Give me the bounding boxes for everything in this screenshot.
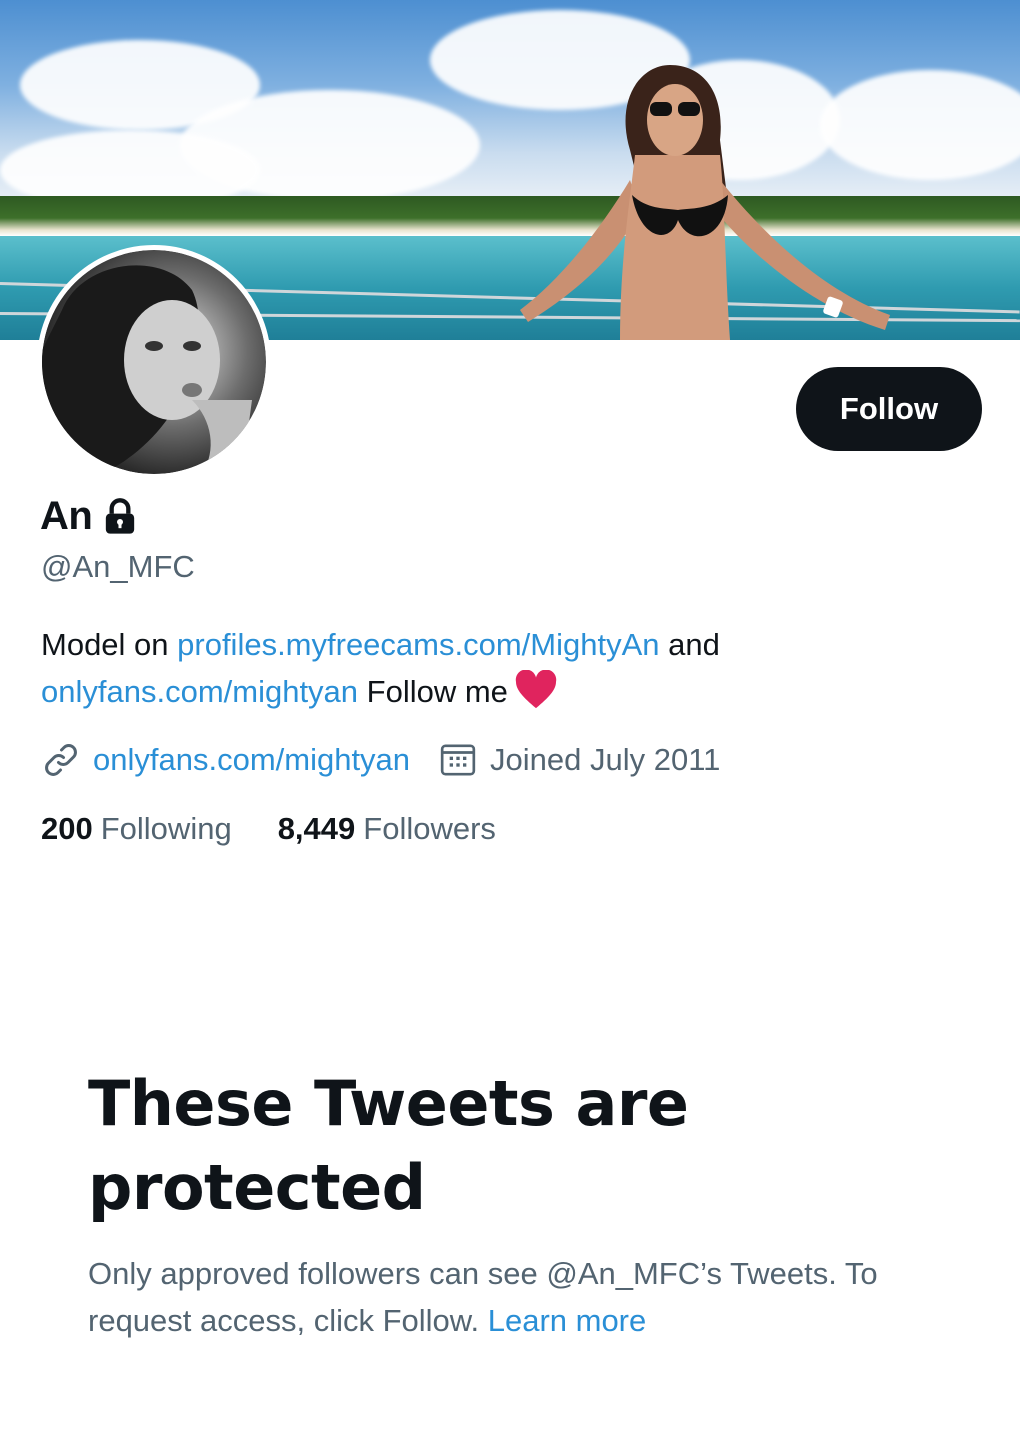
heart-icon: [515, 670, 557, 709]
website-link[interactable]: onlyfans.com/mightyan: [93, 742, 410, 778]
profile-name-row: An: [40, 494, 140, 539]
bio-link-onlyfans[interactable]: onlyfans.com/mightyan: [41, 674, 358, 709]
followers-label: Followers: [363, 811, 496, 846]
display-name: An: [40, 494, 93, 538]
joined-date: Joined July 2011: [490, 742, 721, 777]
profile-bio: Model on profiles.myfreecams.com/MightyA…: [41, 621, 941, 715]
following-label: Following: [100, 811, 232, 846]
protected-body-text: Only approved followers can see @An_MFC’…: [88, 1256, 878, 1338]
banner-person-illustration: [520, 65, 890, 340]
following-count: 200: [41, 811, 93, 846]
website-item: onlyfans.com/mightyan: [41, 740, 410, 780]
followers-count: 8,449: [277, 811, 356, 846]
bio-link-myfreecams[interactable]: profiles.myfreecams.com/MightyAn: [177, 627, 659, 662]
profile-avatar[interactable]: [37, 245, 271, 479]
joined-item: Joined July 2011: [438, 740, 720, 780]
avatar-photo: [42, 250, 266, 474]
following-stat[interactable]: 200 Following: [41, 811, 232, 847]
lock-icon: [106, 497, 135, 534]
link-icon: [45, 744, 77, 776]
profile-stats: 200 Following 8,449 Followers: [41, 811, 542, 847]
bio-text: Follow me: [358, 674, 508, 709]
bio-text: and: [659, 627, 720, 662]
bio-text: Model on: [41, 627, 178, 662]
profile-meta: onlyfans.com/mightyan Joined July 2011: [41, 740, 748, 780]
follow-button[interactable]: Follow: [796, 367, 982, 451]
protected-title: These Tweets are protected: [88, 1067, 689, 1224]
profile-handle: @An_MFC: [41, 549, 195, 584]
calendar-icon: [440, 744, 476, 776]
learn-more-link[interactable]: Learn more: [488, 1303, 647, 1338]
protected-description: Only approved followers can see @An_MFC’…: [88, 1250, 968, 1344]
followers-stat[interactable]: 8,449 Followers: [278, 811, 496, 847]
avatar-portrait-illustration: [42, 265, 252, 474]
